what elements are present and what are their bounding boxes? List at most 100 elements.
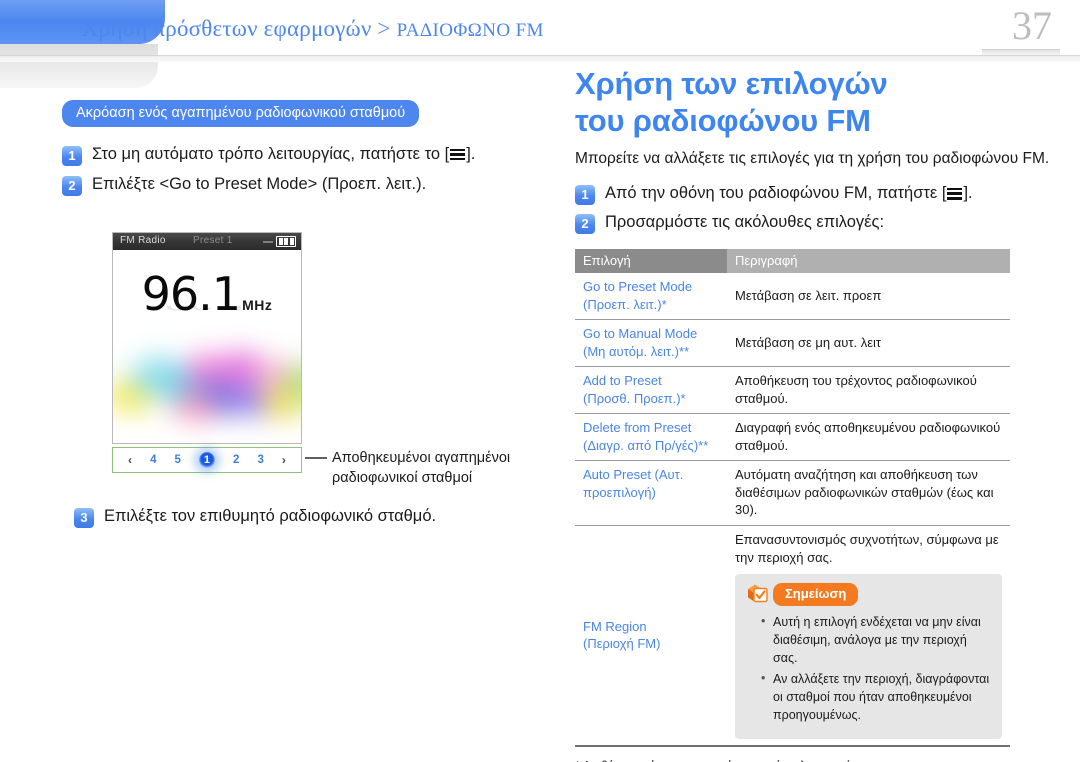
menu-icon bbox=[947, 187, 963, 200]
chevron-right-icon[interactable]: › bbox=[282, 453, 286, 467]
table-row: FM Region (Περιοχή FM) Επανασυντονισμός … bbox=[575, 525, 1010, 748]
device-frequency-display: 96.1MHz 96.1 bbox=[113, 267, 301, 337]
status-divider bbox=[263, 241, 273, 243]
table-header-row: Επιλογή Περιγραφή bbox=[575, 249, 1010, 273]
page-number-underline bbox=[982, 49, 1060, 55]
chevron-left-icon[interactable]: ‹ bbox=[128, 453, 132, 467]
table-cell-description: Αποθήκευση του τρέχοντος ραδιοφωνικού στ… bbox=[727, 366, 1010, 415]
device-visualizer bbox=[113, 351, 301, 429]
option-name-en: Add to Preset bbox=[583, 373, 662, 389]
step-text-before: Από την οθόνη του ραδιοφώνου FM, πατήστε… bbox=[605, 184, 947, 203]
right-step-1: 1 Από την οθόνη του ραδιοφώνου FM, πατήσ… bbox=[575, 182, 1053, 206]
table-cell-description: Επανασυντονισμός συχνοτήτων, σύμφωνα με … bbox=[727, 525, 1010, 748]
page-title-line-2: του ραδιοφώνου FM bbox=[575, 102, 871, 138]
device-app-title: FM Radio bbox=[120, 235, 166, 246]
table-cell-option: Go to Preset Mode (Προεπ. λειτ.)* bbox=[575, 273, 727, 321]
breadcrumb: Χρήση πρόσθετων εφαρμογών > ΡΑΔΙΟΦΩΝΟ FM bbox=[82, 16, 544, 42]
table-row: Add to Preset (Προσθ. Προεπ.)* Αποθήκευσ… bbox=[575, 366, 1010, 415]
option-name-en: Delete from Preset bbox=[583, 420, 692, 436]
breadcrumb-section: ΡΑΔΙΟΦΩΝΟ FM bbox=[396, 20, 544, 41]
step-number-badge: 3 bbox=[74, 508, 94, 528]
header-rule bbox=[0, 55, 1080, 62]
preset-item-current[interactable]: 1 bbox=[198, 452, 215, 468]
option-name-en: Auto Preset (Αυτ. bbox=[583, 467, 684, 483]
battery-full-icon bbox=[276, 236, 296, 247]
table-cell-description: Διαγραφή ενός αποθηκευμένου ραδιοφωνικού… bbox=[727, 413, 1010, 462]
table-row: Go to Manual Mode (Μη αυτόμ. λειτ.)** Με… bbox=[575, 319, 1010, 368]
table-cell-option: Auto Preset (Αυτ. προεπιλογή) bbox=[575, 460, 727, 527]
menu-icon bbox=[450, 148, 466, 161]
option-name-el: (Διαγρ. από Πρ/γές)** bbox=[583, 437, 709, 453]
option-name-el: (Προσθ. Προεπ.)* bbox=[583, 390, 686, 406]
description-text: Επανασυντονισμός συχνοτήτων, σύμφωνα με … bbox=[735, 532, 999, 565]
option-name-el: (Περιοχή FM) bbox=[583, 636, 661, 652]
right-steps: 1 Από την οθόνη του ραδιοφώνου FM, πατήσ… bbox=[575, 182, 1053, 235]
device-preset-label: Preset 1 bbox=[193, 235, 233, 246]
note-item: Αν αλλάξετε την περιοχή, διαγράφονται οι… bbox=[761, 669, 990, 724]
left-column: Ακρόαση ενός αγαπημένου ραδιοφωνικού στα… bbox=[62, 100, 562, 203]
table-row: Delete from Preset (Διαγρ. από Πρ/γές)**… bbox=[575, 413, 1010, 462]
step-text: Επιλέξτε τον επιθυμητό ραδιοφωνικό σταθμ… bbox=[104, 507, 437, 525]
footnotes: * Διαθέσιμη μόνο σε μη αυτόματο τρόπο λε… bbox=[575, 757, 1053, 762]
table-header-description: Περιγραφή bbox=[727, 249, 1010, 273]
page-title-line-1: Χρήση των επιλογών bbox=[575, 66, 888, 101]
table-cell-description: Μετάβαση σε λειτ. προεπ bbox=[727, 273, 1010, 321]
step-text: Προσαρμόστε τις ακόλουθες επιλογές: bbox=[605, 213, 885, 232]
step-text-after: ]. bbox=[466, 145, 476, 163]
table-cell-option: Add to Preset (Προσθ. Προεπ.)* bbox=[575, 366, 727, 415]
page-number: 37 bbox=[1012, 3, 1052, 48]
preset-item[interactable]: 3 bbox=[257, 454, 263, 466]
table-header-option: Επιλογή bbox=[575, 249, 727, 273]
option-name-en: FM Region bbox=[583, 618, 647, 634]
callout-leader-line bbox=[305, 457, 327, 459]
table-cell-option: Delete from Preset (Διαγρ. από Πρ/γές)** bbox=[575, 413, 727, 462]
table-cell-description: Αυτόματη αναζήτηση και αποθήκευση των δι… bbox=[727, 460, 1010, 527]
table-cell-option: FM Region (Περιοχή FM) bbox=[575, 525, 727, 748]
header-gray-tab bbox=[0, 44, 158, 88]
header-rule-line bbox=[0, 55, 1080, 56]
device-status-bar: FM Radio Preset 1 bbox=[113, 233, 301, 250]
step-text: Στο μη αυτόματο τρόπο λειτουργίας, πατήσ… bbox=[92, 143, 475, 167]
step-text-before: Στο μη αυτόματο τρόπο λειτουργίας, πατήσ… bbox=[92, 145, 450, 163]
note-box: Σημείωση Αυτή η επιλογή ενδέχεται να μην… bbox=[735, 574, 1002, 740]
section-pill: Ακρόαση ενός αγαπημένου ραδιοφωνικού στα… bbox=[62, 100, 420, 127]
note-title: Σημείωση bbox=[773, 583, 859, 606]
table-row: Auto Preset (Αυτ. προεπιλογή) Αυτόματη α… bbox=[575, 460, 1010, 527]
table-row: Go to Preset Mode (Προεπ. λειτ.)* Μετάβα… bbox=[575, 273, 1010, 321]
page-title: Χρήση των επιλογών του ραδιοφώνου FM bbox=[575, 66, 1053, 139]
left-step-3: 3 Επιλέξτε τον επιθυμητό ραδιοφωνικό στα… bbox=[74, 505, 436, 529]
breadcrumb-main: Χρήση πρόσθετων εφαρμογών > bbox=[82, 16, 391, 41]
device-mockup: FM Radio Preset 1 96.1MHz 96.1 bbox=[112, 232, 302, 473]
step-number-badge: 2 bbox=[62, 175, 82, 196]
step-number-badge: 1 bbox=[575, 185, 595, 206]
right-column: Χρήση των επιλογών του ραδιοφώνου FM Μπο… bbox=[575, 66, 1053, 762]
device-screen: FM Radio Preset 1 96.1MHz 96.1 bbox=[112, 232, 302, 444]
step-number-badge: 2 bbox=[575, 214, 595, 235]
preset-item[interactable]: 2 bbox=[233, 454, 239, 466]
option-name-el: προεπιλογή) bbox=[583, 484, 656, 500]
preset-item[interactable]: 4 bbox=[150, 454, 156, 466]
footnote-single-asterisk: * Διαθέσιμη μόνο σε μη αυτόματο τρόπο λε… bbox=[575, 757, 1053, 762]
left-step-1: 1 Στο μη αυτόματο τρόπο λειτουργίας, πατ… bbox=[62, 143, 562, 167]
option-name-el: (Μη αυτόμ. λειτ.)** bbox=[583, 343, 690, 359]
step-number-badge: 1 bbox=[62, 146, 82, 166]
option-name-el: (Προεπ. λειτ.)* bbox=[583, 296, 667, 312]
step-text: Επιλέξτε <Go to Preset Mode> (Προεπ. λει… bbox=[92, 174, 427, 193]
intro-paragraph: Μπορείτε να αλλάξετε τις επιλογές για τη… bbox=[575, 150, 1050, 168]
right-step-2: 2 Προσαρμόστε τις ακόλουθες επιλογές: bbox=[575, 211, 1053, 235]
preset-item[interactable]: 5 bbox=[175, 454, 181, 466]
note-cube-check-icon bbox=[747, 583, 769, 605]
preset-navigation-bar[interactable]: ‹ 4 5 1 2 3 › bbox=[112, 447, 302, 473]
note-list: Αυτή η επιλογή ενδέχεται να μην είναι δι… bbox=[747, 612, 990, 725]
step-text: Από την οθόνη του ραδιοφώνου FM, πατήστε… bbox=[605, 182, 973, 206]
options-table: Επιλογή Περιγραφή Go to Preset Mode (Προ… bbox=[575, 249, 1010, 748]
option-name-en: Go to Preset Mode bbox=[583, 279, 693, 294]
table-cell-option: Go to Manual Mode (Μη αυτόμ. λειτ.)** bbox=[575, 319, 727, 368]
callout-label: Αποθηκευμένοι αγαπημένοι ραδιοφωνικοί στ… bbox=[332, 450, 511, 487]
note-header: Σημείωση bbox=[747, 583, 990, 606]
step-text-after: ]. bbox=[963, 184, 973, 203]
frequency-reflection: 96.1 bbox=[113, 306, 301, 315]
note-item: Αυτή η επιλογή ενδέχεται να μην είναι δι… bbox=[761, 612, 990, 667]
left-step-2: 2 Επιλέξτε <Go to Preset Mode> (Προεπ. λ… bbox=[62, 173, 562, 197]
left-steps: 1 Στο μη αυτόματο τρόπο λειτουργίας, πατ… bbox=[62, 143, 562, 197]
